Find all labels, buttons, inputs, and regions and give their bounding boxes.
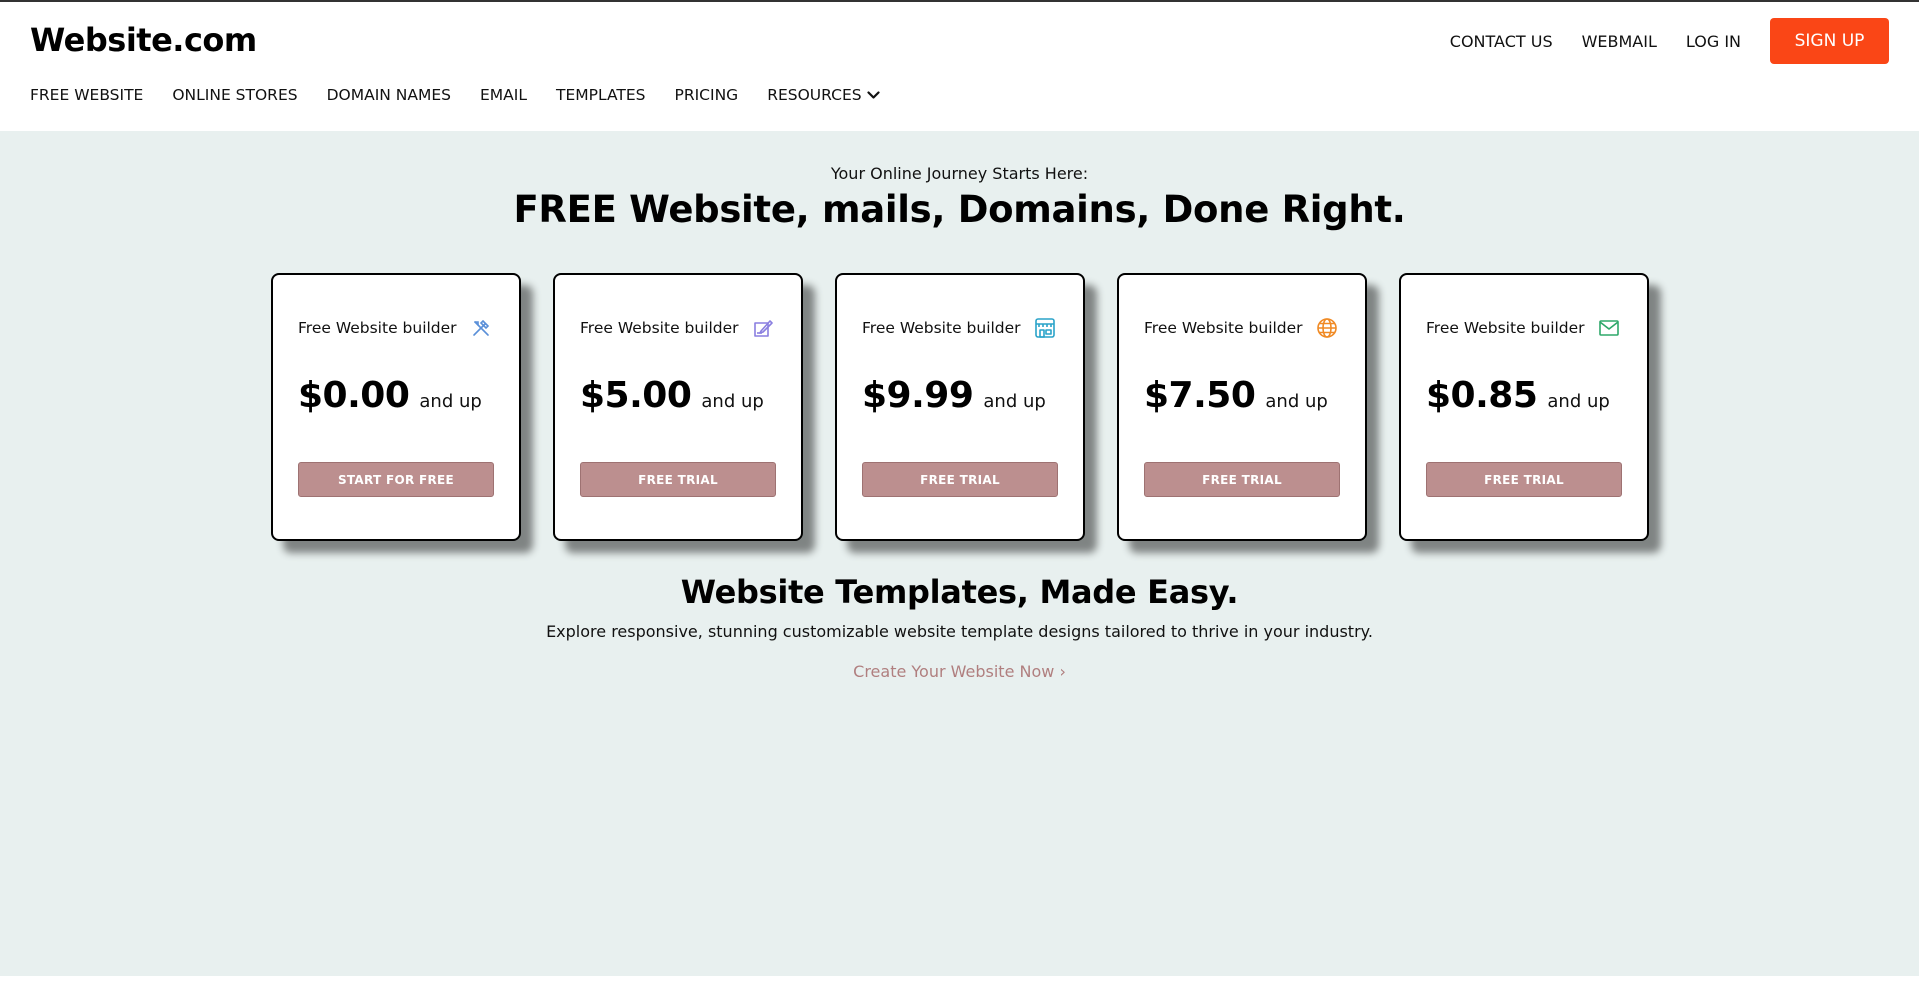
card-header: Free Website builder [862,317,1056,339]
templates-subtitle: Explore responsive, stunning customizabl… [546,622,1373,641]
mail-icon [1598,317,1620,339]
nav-item-templates[interactable]: TEMPLATES [556,86,645,104]
globe-icon [1316,317,1338,339]
price-suffix: and up [701,391,764,412]
price-row: $0.85 and up [1426,375,1610,416]
nav-item-resources[interactable]: RESOURCES [767,86,880,104]
hero-section [0,131,1919,976]
free-trial-button[interactable]: FREE TRIAL [1426,462,1622,497]
sign-up-button[interactable]: SIGN UP [1770,18,1889,64]
create-website-cta: Create Your Website Now › [0,662,1919,681]
hero-title: FREE Website, mails, Domains, Done Right… [513,188,1406,231]
free-trial-button[interactable]: FREE TRIAL [1144,462,1340,497]
pricing-card: Free Website builder $0.00 and up START … [271,273,521,541]
price-row: $5.00 and up [580,375,764,416]
tools-icon [470,317,492,339]
pricing-cards: Free Website builder $0.00 and up START … [271,273,1649,541]
price: $0.00 [298,375,410,416]
create-website-link-label: Create Your Website Now [853,662,1055,681]
pricing-card: Free Website builder $7.50 and up FREE T… [1117,273,1367,541]
page-footer-edge [0,976,1919,994]
nav-item-free-website[interactable]: FREE WEBSITE [30,86,143,104]
nav-item-pricing[interactable]: PRICING [674,86,738,104]
start-for-free-button[interactable]: START FOR FREE [298,462,494,497]
site-header: Website.com CONTACT US WEBMAIL LOG IN SI… [0,2,1919,131]
nav-item-email[interactable]: EMAIL [480,86,527,104]
card-label: Free Website builder [580,319,739,337]
price: $7.50 [1144,375,1256,416]
card-label: Free Website builder [1144,319,1303,337]
pricing-card: Free Website builder $9.99 and up FREE T… [835,273,1085,541]
card-header: Free Website builder [1144,317,1338,339]
price: $5.00 [580,375,692,416]
price-suffix: and up [1265,391,1328,412]
edit-icon [752,317,774,339]
log-in-link[interactable]: LOG IN [1686,32,1741,51]
contact-us-link[interactable]: CONTACT US [1450,32,1553,51]
price-suffix: and up [983,391,1046,412]
card-label: Free Website builder [298,319,457,337]
price: $9.99 [862,375,974,416]
card-header: Free Website builder [1426,317,1620,339]
free-trial-button[interactable]: FREE TRIAL [580,462,776,497]
store-icon [1034,317,1056,339]
nav-item-resources-label: RESOURCES [767,86,862,104]
pricing-card: Free Website builder $0.85 and up FREE T… [1399,273,1649,541]
price-row: $0.00 and up [298,375,482,416]
price-suffix: and up [1547,391,1610,412]
price-row: $9.99 and up [862,375,1046,416]
card-label: Free Website builder [862,319,1021,337]
site-logo[interactable]: Website.com [30,21,257,59]
main-nav: FREE WEBSITE ONLINE STORES DOMAIN NAMES … [30,86,909,104]
webmail-link[interactable]: WEBMAIL [1582,32,1657,51]
templates-title: Website Templates, Made Easy. [680,573,1239,611]
nav-item-domain-names[interactable]: DOMAIN NAMES [327,86,451,104]
price: $0.85 [1426,375,1538,416]
pricing-card: Free Website builder $5.00 and up FREE T… [553,273,803,541]
card-header: Free Website builder [298,317,492,339]
nav-item-online-stores[interactable]: ONLINE STORES [172,86,297,104]
utility-nav: CONTACT US WEBMAIL LOG IN SIGN UP [1450,18,1889,64]
card-label: Free Website builder [1426,319,1585,337]
price-row: $7.50 and up [1144,375,1328,416]
chevron-right-icon: › [1059,662,1066,681]
chevron-down-icon [866,90,880,99]
create-website-link[interactable]: Create Your Website Now › [853,662,1066,681]
hero-eyebrow: Your Online Journey Starts Here: [830,164,1089,183]
price-suffix: and up [419,391,482,412]
free-trial-button[interactable]: FREE TRIAL [862,462,1058,497]
card-header: Free Website builder [580,317,774,339]
